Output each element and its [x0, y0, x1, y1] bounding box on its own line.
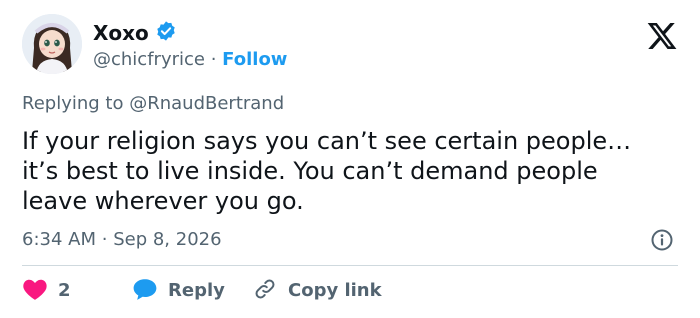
timestamp-separator: · [101, 229, 108, 250]
reply-label: Reply [168, 280, 225, 301]
user-handle[interactable]: @chicfryrice [93, 49, 205, 70]
x-logo-icon[interactable] [646, 20, 678, 52]
info-icon[interactable] [650, 228, 674, 252]
copy-link-button[interactable]: Copy link [252, 277, 382, 306]
avatar[interactable] [22, 14, 82, 74]
follow-button[interactable]: Follow [222, 49, 287, 70]
tweet-text: If your religion says you can’t see cert… [22, 127, 632, 215]
reply-mention-link[interactable]: @RnaudBertrand [129, 93, 284, 114]
copy-link-label: Copy link [288, 280, 382, 301]
link-icon [252, 277, 278, 306]
like-count: 2 [58, 280, 71, 301]
reply-prefix: Replying to [22, 93, 124, 114]
avatar-image [22, 14, 82, 74]
heart-icon [22, 277, 48, 306]
verified-badge-icon [155, 20, 177, 46]
like-button[interactable]: 2 [22, 277, 132, 306]
handle-separator: · [210, 49, 217, 70]
tweet-time: 6:34 AM [22, 229, 96, 250]
handle-row: @chicfryrice · Follow [93, 48, 287, 72]
speech-bubble-icon [132, 277, 158, 306]
user-name-row: Xoxo [93, 20, 177, 46]
tweet-timestamp[interactable]: 6:34 AM · Sep 8, 2026 [22, 228, 222, 252]
divider [22, 265, 678, 266]
display-name[interactable]: Xoxo [93, 21, 149, 45]
reply-button[interactable]: Reply [132, 277, 252, 306]
tweet-date: Sep 8, 2026 [113, 229, 222, 250]
tweet-actions: 2 Reply Copy link [22, 277, 382, 305]
reply-context: Replying to @RnaudBertrand [22, 92, 284, 116]
